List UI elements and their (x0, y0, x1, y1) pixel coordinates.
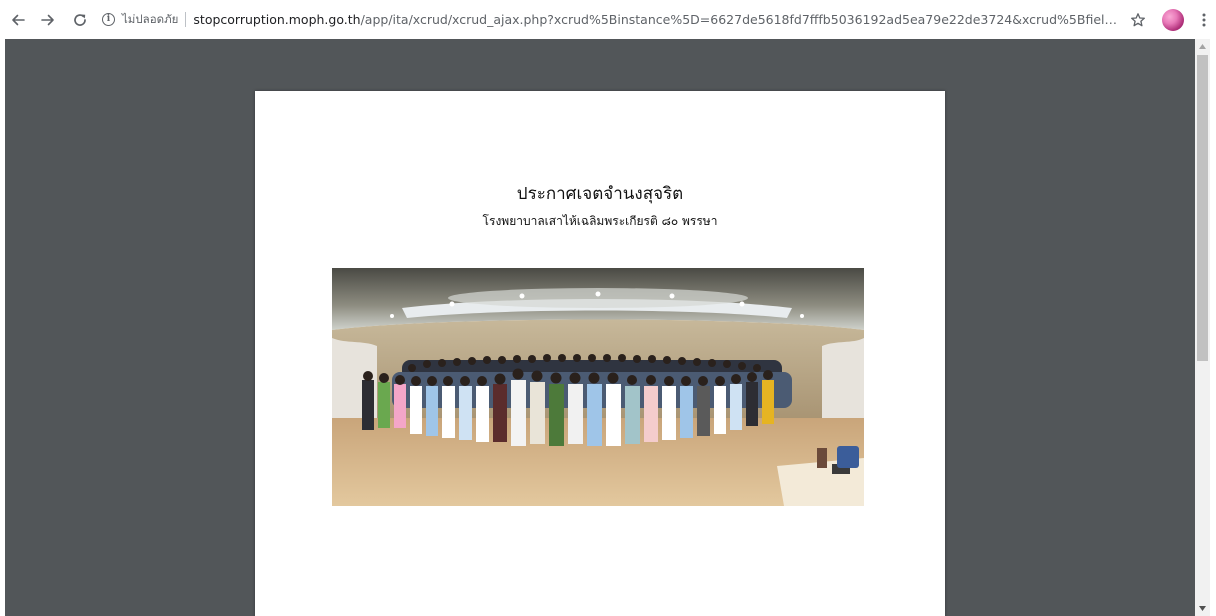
security-label[interactable]: ไม่ปลอดภัย (122, 11, 178, 29)
document-title: ประกาศเจตจำนงสุจริต (516, 184, 684, 204)
star-icon (1131, 12, 1145, 26)
address-bar[interactable]: i ไม่ปลอดภัย stopcorruption.moph.go.th/a… (102, 6, 1120, 34)
group-photo (332, 268, 864, 506)
url-text[interactable]: stopcorruption.moph.go.th/app/ita/xcrud/… (193, 12, 1120, 27)
url-path: /app/ita/xcrud/xcrud_ajax.php?xcrud%5Bin… (360, 12, 1120, 27)
url-divider (185, 12, 187, 27)
url-host: stopcorruption.moph.go.th (193, 12, 361, 27)
scroll-up-arrow-icon (1199, 44, 1206, 49)
browser-toolbar: i ไม่ปลอดภัย stopcorruption.moph.go.th/a… (0, 0, 1216, 39)
window-edge (1210, 39, 1216, 616)
scrollbar-thumb[interactable] (1197, 55, 1208, 361)
profile-avatar[interactable] (1162, 8, 1184, 31)
group-photo-illustration (332, 268, 864, 506)
forward-button[interactable] (36, 8, 60, 32)
reload-button[interactable] (68, 8, 92, 32)
scroll-up-button[interactable] (1195, 39, 1210, 54)
vertical-scrollbar[interactable] (1195, 39, 1210, 616)
scroll-down-button[interactable] (1195, 601, 1210, 616)
arrow-left-icon (12, 14, 25, 25)
reload-icon (74, 13, 86, 26)
document-subtitle: โรงพยาบาลเสาไห้เฉลิมพระเกียรติ ๘๐ พรรษา (482, 214, 718, 228)
document-page: ประกาศเจตจำนงสุจริต โรงพยาบาลเสาไห้เฉลิม… (255, 91, 945, 616)
arrow-right-icon (41, 14, 54, 25)
document-viewer[interactable]: ประกาศเจตจำนงสุจริต โรงพยาบาลเสาไห้เฉลิม… (5, 39, 1195, 616)
bookmark-button[interactable] (1126, 8, 1150, 32)
info-icon[interactable]: i (102, 13, 115, 26)
kebab-menu-icon (1202, 13, 1206, 26)
scroll-down-arrow-icon (1199, 606, 1206, 611)
browser-menu-button[interactable] (1192, 8, 1216, 32)
back-button[interactable] (6, 8, 30, 32)
